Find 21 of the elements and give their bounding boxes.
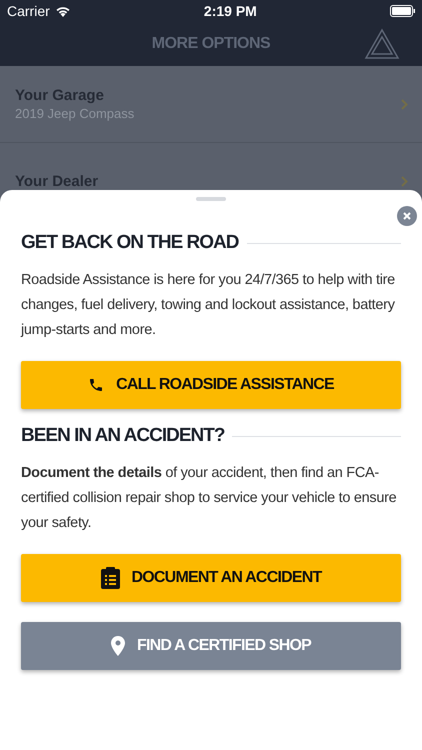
section-heading: GET BACK ON THE ROAD — [21, 232, 238, 254]
close-button[interactable] — [397, 206, 417, 226]
action-button[interactable]: DOCUMENT AN ACCIDENT — [21, 554, 401, 602]
section-text: Document the details of your accident, then find an FCA-certified collision repair shop to service your vehicle to ensure your safety. — [21, 464, 398, 533]
section-text: Roadside Assistance is here for you 24/7/365 to help with tire changes, fuel delivery, towing and lockout assistance, battery jump-starts and more. — [21, 271, 396, 340]
location-pin-icon — [110, 636, 125, 656]
action-button[interactable]: CALL ROADSIDE ASSISTANCE — [21, 361, 401, 409]
battery-icon — [390, 5, 416, 17]
screen-title: MORE OPTIONS — [152, 35, 270, 53]
wifi-icon — [54, 5, 71, 17]
section-heading: BEEN IN AN ACCIDENT? — [21, 425, 224, 447]
clipboard-icon — [100, 567, 120, 589]
action-button[interactable]: FIND A CERTIFIED SHOP — [21, 622, 401, 670]
drag-handle[interactable] — [196, 197, 226, 201]
phone-icon — [88, 377, 104, 393]
chevron-icon — [401, 98, 408, 110]
close-icon — [403, 212, 411, 220]
chevron-icon — [401, 176, 408, 186]
hazard-triangle-icon[interactable] — [364, 28, 400, 60]
carrier-name: Carrier — [7, 3, 50, 19]
status-time: 2:19 PM — [204, 3, 257, 19]
